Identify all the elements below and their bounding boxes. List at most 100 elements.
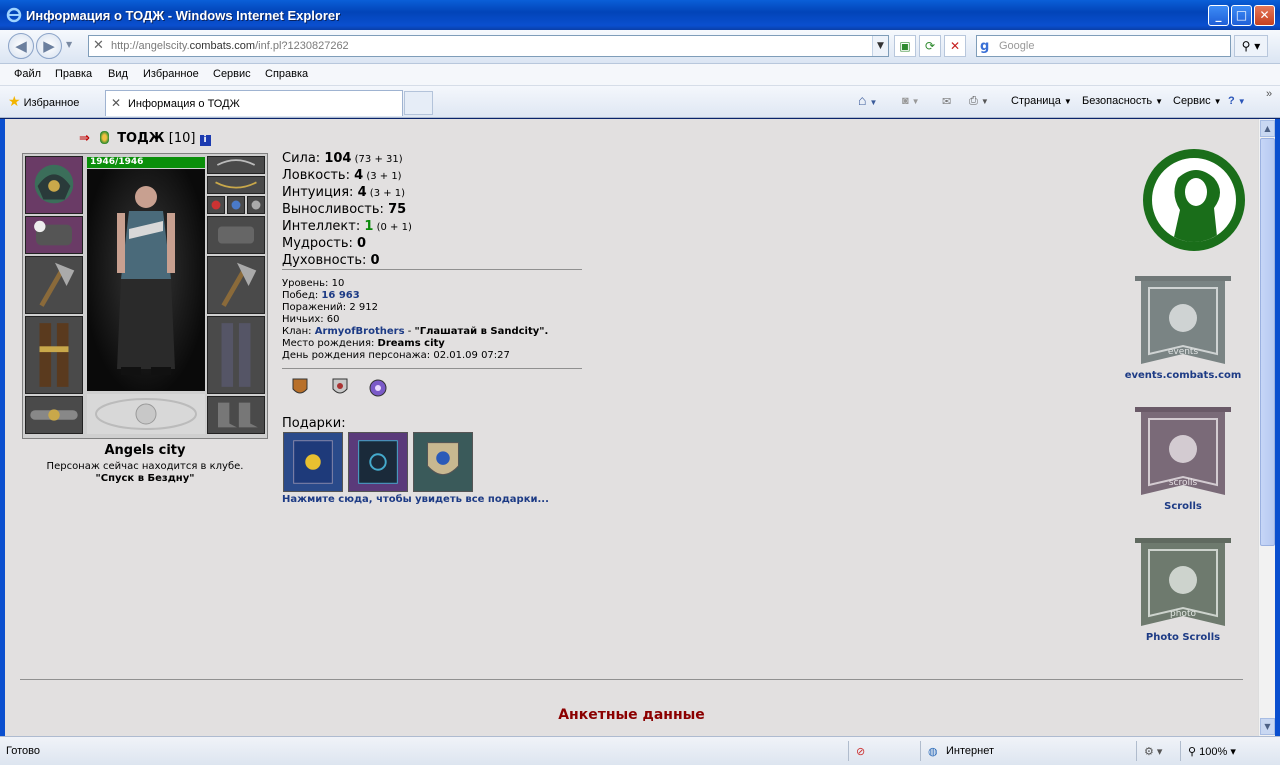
scroll-up-icon[interactable]: ▲ bbox=[1260, 120, 1275, 137]
toolbar-chevron-icon[interactable]: » bbox=[1266, 88, 1272, 100]
amulet-slot[interactable] bbox=[207, 176, 265, 194]
menu-tools[interactable]: Сервис bbox=[213, 68, 251, 80]
protected-mode-icon[interactable]: ⚙ ▾ bbox=[1144, 745, 1162, 758]
close-window-button[interactable]: ✕ bbox=[1254, 5, 1275, 26]
club-emblem bbox=[87, 394, 205, 434]
menu-view[interactable]: Вид bbox=[108, 68, 128, 80]
belt-slot[interactable] bbox=[25, 396, 83, 434]
gift-book-icon bbox=[293, 440, 333, 484]
shield-badge-icon[interactable] bbox=[290, 377, 310, 399]
character-avatar bbox=[87, 169, 205, 391]
stat-value: 75 bbox=[388, 202, 407, 217]
favorites-button[interactable]: ★ Избранное bbox=[8, 93, 79, 110]
leggings-slot[interactable] bbox=[207, 316, 265, 394]
photo-scrolls-banner-icon[interactable]: photo bbox=[1133, 536, 1233, 631]
helmet-slot[interactable] bbox=[25, 156, 83, 214]
divider bbox=[1136, 741, 1137, 761]
info-icon[interactable]: i bbox=[199, 135, 211, 146]
stats-list: Сила: 104 (73 + 31) Ловкость: 4 (3 + 1) Ин… bbox=[282, 151, 412, 270]
refresh-icon[interactable]: ⟳ bbox=[919, 35, 941, 57]
minimize-button[interactable]: _ bbox=[1208, 5, 1229, 26]
maximize-button[interactable]: □ bbox=[1231, 5, 1252, 26]
club-status: Персонаж сейчас находится в клубе. "Спус… bbox=[22, 461, 268, 485]
divider bbox=[1180, 741, 1181, 761]
ring-slot-3[interactable] bbox=[247, 196, 265, 214]
bracers-slot[interactable] bbox=[25, 216, 83, 254]
photo-scrolls-link[interactable]: Photo Scrolls bbox=[1113, 632, 1253, 643]
scroll-down-icon[interactable]: ▼ bbox=[1260, 718, 1275, 735]
tools-menu-button[interactable]: Сервис ▼ bbox=[1173, 95, 1222, 107]
scroll-thumb[interactable] bbox=[1260, 138, 1275, 546]
private-message-arrow-icon[interactable]: ⇒ bbox=[79, 131, 90, 146]
armor-slot[interactable] bbox=[25, 316, 83, 394]
divider bbox=[848, 741, 849, 761]
all-gifts-link[interactable]: Нажмите сюда, чтобы увидеть все подарки.… bbox=[282, 494, 549, 505]
compatibility-view-icon[interactable]: ▣ bbox=[894, 35, 916, 57]
help-icon[interactable]: ? ▼ bbox=[1228, 95, 1246, 107]
popup-blocker-icon[interactable]: ⊘ bbox=[856, 745, 865, 758]
recent-pages-dropdown-icon[interactable]: ▼ bbox=[66, 40, 72, 49]
stat-value: 0 bbox=[357, 236, 367, 251]
search-input[interactable]: Google bbox=[999, 40, 1034, 52]
right-weapon-slot[interactable] bbox=[207, 256, 265, 314]
events-link[interactable]: events.combats.com bbox=[1113, 370, 1253, 381]
feeds-icon[interactable]: ◙ ▼ bbox=[902, 95, 920, 107]
gift-item[interactable] bbox=[283, 432, 343, 492]
mail-icon[interactable]: ✉ bbox=[942, 95, 951, 108]
club-location: "Спуск в Бездну" bbox=[95, 473, 195, 484]
character-details: Уровень: 10 Побед: 16 963 Поражений: 2 9… bbox=[282, 278, 548, 362]
scrolls-link[interactable]: Scrolls bbox=[1113, 501, 1253, 512]
zoom-button[interactable]: ⚲ 100% ▾ bbox=[1188, 745, 1236, 758]
home-icon[interactable]: ⌂ ▼ bbox=[858, 92, 877, 108]
mage-badge-icon[interactable] bbox=[368, 377, 388, 399]
gift-item[interactable] bbox=[348, 432, 408, 492]
club-logo[interactable] bbox=[1143, 149, 1245, 251]
gift-item[interactable] bbox=[413, 432, 473, 492]
new-tab-button[interactable] bbox=[404, 91, 433, 115]
vertical-scrollbar[interactable]: ▲ ▼ bbox=[1258, 119, 1275, 736]
menu-edit[interactable]: Правка bbox=[55, 68, 92, 80]
page-menu-button[interactable]: Страница ▼ bbox=[1011, 95, 1072, 107]
forward-button[interactable]: ▶ bbox=[36, 33, 62, 59]
knight-badge-icon[interactable] bbox=[330, 377, 350, 399]
events-banner-icon[interactable]: events bbox=[1133, 274, 1233, 369]
menu-file[interactable]: Файл bbox=[14, 68, 41, 80]
character-level-badge: [10] bbox=[168, 131, 196, 146]
clan-link[interactable]: ArmyofBrothers bbox=[315, 326, 405, 337]
address-input[interactable]: http://angelscity.combats.com/inf.pl?123… bbox=[111, 40, 349, 52]
events-banner-text: events bbox=[1168, 347, 1199, 357]
menu-favorites[interactable]: Избранное bbox=[143, 68, 199, 80]
gift-badge-icon bbox=[427, 442, 459, 476]
ring-slot-1[interactable] bbox=[207, 196, 225, 214]
tab-active[interactable]: ✕ Информация о ТОДЖ bbox=[105, 90, 403, 116]
back-button[interactable]: ◀ bbox=[8, 33, 34, 59]
ring-slot-2[interactable] bbox=[227, 196, 245, 214]
scrolls-banner-icon[interactable]: scrolls bbox=[1133, 405, 1233, 500]
wins-link[interactable]: 16 963 bbox=[321, 290, 359, 301]
earrings-slot[interactable] bbox=[207, 156, 265, 174]
hp-bar: 1946/1946 bbox=[87, 157, 205, 168]
boots-icon bbox=[218, 402, 258, 428]
address-bar[interactable]: ✕ http://angelscity.combats.com/inf.pl?1… bbox=[88, 35, 889, 57]
left-weapon-slot[interactable] bbox=[25, 256, 83, 314]
menu-help[interactable]: Справка bbox=[265, 68, 308, 80]
fist-emblem-icon bbox=[95, 398, 197, 430]
stat-value: 4 bbox=[354, 168, 364, 183]
birthplace-label: Место рождения: bbox=[282, 338, 378, 349]
search-button[interactable]: ⚲ ▾ bbox=[1234, 35, 1268, 57]
photo-banner-text: photo bbox=[1170, 609, 1196, 619]
stat-label: Духовность: bbox=[282, 253, 371, 268]
print-icon[interactable]: ⎙ ▼ bbox=[969, 95, 989, 108]
address-dropdown-icon[interactable]: ▼ bbox=[872, 36, 888, 56]
search-box[interactable]: g Google bbox=[976, 35, 1231, 57]
belt-icon bbox=[30, 409, 78, 421]
favorites-label: Избранное bbox=[23, 97, 80, 109]
security-menu-button[interactable]: Безопасность ▼ bbox=[1082, 95, 1163, 107]
character-figure bbox=[117, 186, 175, 375]
stop-icon[interactable]: ✕ bbox=[944, 35, 966, 57]
boots-slot[interactable] bbox=[207, 396, 265, 434]
stat-detail: (3 + 1) bbox=[363, 171, 402, 182]
gloves-slot[interactable] bbox=[207, 216, 265, 254]
scrolls-banner-text: scrolls bbox=[1169, 478, 1198, 488]
club-logo-inner bbox=[1150, 156, 1238, 244]
